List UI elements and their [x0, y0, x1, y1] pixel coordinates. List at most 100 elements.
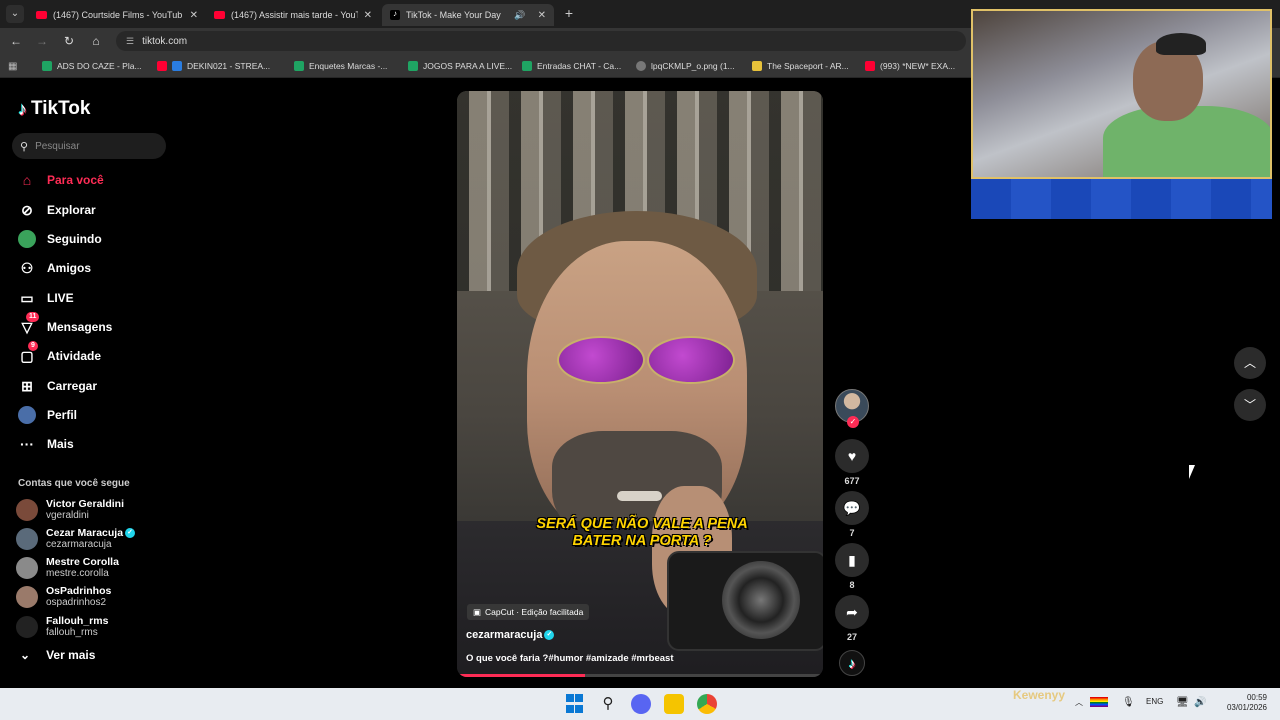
webcam-banner — [971, 179, 1272, 219]
bookmark[interactable]: Enquetes Marcas -... — [294, 59, 387, 73]
activity-icon: ▢ 9 — [18, 341, 38, 365]
next-video-button[interactable]: ﹀ — [1234, 389, 1266, 421]
tray-expand-icon[interactable]: ︿ — [1075, 697, 1083, 708]
share-icon: ➦ — [846, 604, 858, 620]
camera-lens — [722, 561, 800, 639]
apps-icon[interactable]: ▦ — [8, 59, 17, 73]
sheets-icon — [42, 61, 52, 71]
webcam-person-shirt — [1103, 106, 1270, 177]
video-description[interactable]: O que você faria ?#humor #amizade #mrbea… — [466, 653, 674, 664]
menu-label: LIVE — [47, 291, 74, 305]
close-icon[interactable]: ✕ — [538, 10, 546, 21]
back-icon[interactable]: ← — [8, 33, 24, 49]
account-ospadrinhos[interactable]: OsPadrinhos ospadrinhos2 — [16, 585, 111, 609]
activity-badge: 9 — [28, 341, 38, 351]
account-victor-geraldini[interactable]: Victor Geraldini vgeraldini — [16, 498, 124, 522]
compass-icon: ⊘ — [21, 202, 33, 218]
tab-youtube-courtside[interactable]: (1467) Courtside Films - YouTub ✕ — [28, 4, 206, 26]
tiktok-logo[interactable]: ♪ TikTok — [18, 98, 90, 120]
account-cezar-maracuja[interactable]: Cezar Maracuja ✓ cezarmaracuja — [16, 527, 136, 551]
tab-youtube-watch-later[interactable]: (1467) Assistir mais tarde - YouT ✕ — [206, 4, 380, 26]
creator-avatar[interactable]: ✓ — [835, 389, 869, 428]
webcam-overlay — [971, 9, 1272, 219]
search-box[interactable]: ⚲ — [12, 133, 166, 159]
site-info-icon[interactable]: ☰ — [126, 36, 134, 46]
comment-count: 7 — [849, 528, 855, 538]
search-icon: ⚲ — [20, 140, 29, 153]
discord-icon[interactable] — [631, 694, 651, 714]
menu-item-para-voce[interactable]: ⌂ Para você — [18, 170, 104, 190]
previous-video-button[interactable]: ︿ — [1234, 347, 1266, 379]
clock-time: 00:59 — [1246, 693, 1267, 702]
pride-flag-icon[interactable] — [1090, 697, 1108, 707]
windows-start-icon[interactable] — [566, 694, 586, 714]
bookmark[interactable]: The Spaceport - AR... — [752, 59, 849, 73]
url-field[interactable]: ☰ tiktok.com — [116, 31, 966, 51]
menu-item-mensagens[interactable]: ▽ 11 Mensagens — [18, 312, 112, 337]
see-more-button[interactable]: ⌄ Ver mais — [20, 648, 95, 662]
tab-label: (1467) Assistir mais tarde - YouT — [231, 10, 358, 20]
menu-label: Atividade — [47, 349, 102, 363]
save-button[interactable]: ▮ — [835, 543, 869, 577]
menu-item-mais[interactable]: ··· Mais — [18, 434, 74, 454]
speaker-icon[interactable]: 🔊 — [514, 10, 525, 21]
search-icon[interactable]: ⚲ — [598, 694, 618, 714]
video-author[interactable]: cezarmaracuja ✓ — [466, 629, 555, 641]
menu-label: Amigos — [47, 261, 92, 275]
following-icon — [18, 230, 36, 248]
comment-button[interactable]: 💬 — [835, 491, 869, 525]
bookmark[interactable]: (993) *NEW* EXA... — [865, 59, 955, 73]
account-handle: cezarmaracuja — [46, 539, 112, 550]
account-handle: vgeraldini — [46, 510, 89, 521]
like-button[interactable]: ♥ — [835, 439, 869, 473]
network-icon[interactable]: 🖥 — [1176, 697, 1189, 708]
tiktok-sound-icon[interactable]: ♪ — [839, 650, 865, 676]
bookmark-label: lpqCKMLP_o.png (1... — [651, 61, 735, 71]
tab-search-button[interactable]: ⌄ — [6, 5, 24, 23]
save-count: 8 — [849, 580, 855, 590]
home-icon[interactable]: ⌂ — [88, 33, 104, 49]
close-icon[interactable]: ✕ — [190, 10, 198, 21]
menu-item-atividade[interactable]: ▢ 9 Atividade — [18, 341, 102, 366]
chrome-icon[interactable] — [697, 694, 717, 714]
webcam-person-hair — [1156, 33, 1206, 55]
chevron-up-icon: ︿ — [1243, 356, 1256, 370]
bookmark[interactable]: DEKIN021 - STREA... — [157, 59, 270, 73]
microphone-icon[interactable]: 🎙 — [1122, 697, 1135, 708]
follow-check-icon[interactable]: ✓ — [847, 416, 859, 428]
share-button[interactable]: ➦ — [835, 595, 869, 629]
bookmark[interactable]: lpqCKMLP_o.png (1... — [636, 59, 735, 73]
language-indicator[interactable]: ENG — [1146, 697, 1163, 706]
new-tab-button[interactable]: + — [562, 5, 576, 21]
close-icon[interactable]: ✕ — [364, 10, 372, 21]
bookmark[interactable]: JOGOS PARA A LIVE... — [408, 59, 512, 73]
more-icon: ··· — [20, 436, 34, 452]
bookmark[interactable]: Entradas CHAT - Ca... — [522, 59, 621, 73]
forward-icon[interactable]: → — [34, 33, 50, 49]
video-player[interactable]: SERÁ QUE NÃO VALE A PENA BATER NA PORTA … — [457, 91, 823, 677]
file-explorer-icon[interactable] — [664, 694, 684, 714]
bookmark[interactable]: ADS DO CAZE - Pla... — [42, 59, 142, 73]
system-clock[interactable]: 00:59 03/01/2026 — [1215, 693, 1267, 713]
profile-icon — [18, 406, 36, 424]
youtube-icon — [865, 61, 875, 71]
search-input[interactable] — [35, 140, 146, 152]
verified-icon: ✓ — [544, 630, 555, 641]
bookmark-label: (993) *NEW* EXA... — [880, 61, 956, 71]
tab-tiktok[interactable]: ♪ TikTok - Make Your Day 🔊 ✕ — [382, 4, 554, 26]
clock-date: 03/01/2026 — [1226, 703, 1267, 712]
capcut-tag[interactable]: ▣ CapCut · Edição facilitada — [467, 604, 590, 620]
video-progress-bar[interactable] — [457, 674, 823, 677]
menu-item-explorar[interactable]: ⊘ Explorar — [18, 200, 96, 220]
account-fallouh-rms[interactable]: Fallouh_rms fallouh_rms — [16, 615, 108, 639]
upload-icon: ⊞ — [21, 378, 33, 394]
menu-item-seguindo[interactable]: Seguindo — [18, 229, 102, 249]
account-mestre-corolla[interactable]: Mestre Corolla mestre.corolla — [16, 556, 119, 580]
menu-item-live[interactable]: ▭ LIVE — [18, 288, 74, 308]
volume-icon[interactable]: 🔊 — [1194, 697, 1206, 708]
menu-item-perfil[interactable]: Perfil — [18, 405, 77, 425]
reload-icon[interactable]: ↻ — [61, 33, 77, 49]
avatar — [16, 586, 38, 608]
menu-item-carregar[interactable]: ⊞ Carregar — [18, 376, 97, 396]
menu-item-amigos[interactable]: ⚇ Amigos — [18, 258, 91, 278]
